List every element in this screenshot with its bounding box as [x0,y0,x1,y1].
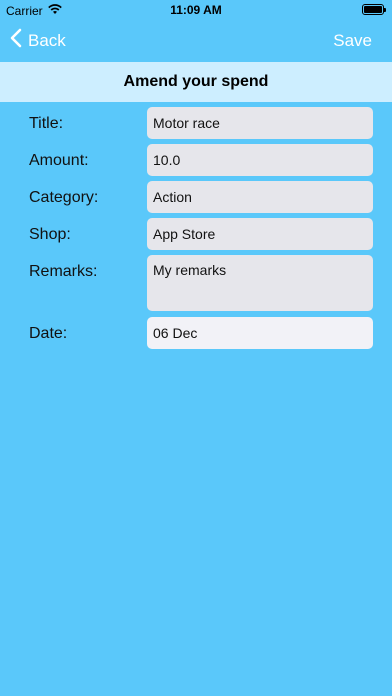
navigation-bar: Back Save [0,20,392,62]
remarks-field[interactable]: My remarks [147,255,373,311]
date-field[interactable]: 06 Dec [147,317,373,349]
back-button[interactable]: Back [10,28,66,53]
shop-field[interactable]: App Store [147,218,373,250]
date-label: Date: [29,325,68,342]
title-label: Title: [29,115,64,132]
remarks-label: Remarks: [29,263,98,280]
status-time: 11:09 AM [170,3,222,17]
amount-field[interactable]: 10.0 [147,144,373,176]
shop-label: Shop: [29,226,71,243]
amount-label: Amount: [29,152,89,169]
page-title: Amend your spend [0,62,392,102]
battery-icon [362,4,386,15]
category-label: Category: [29,189,99,206]
category-field[interactable]: Action [147,181,373,213]
chevron-left-icon [10,28,22,53]
status-bar: Carrier 11:09 AM [0,0,392,20]
save-button[interactable]: Save [333,31,372,51]
title-field[interactable]: Motor race [147,107,373,139]
back-label: Back [28,30,66,50]
